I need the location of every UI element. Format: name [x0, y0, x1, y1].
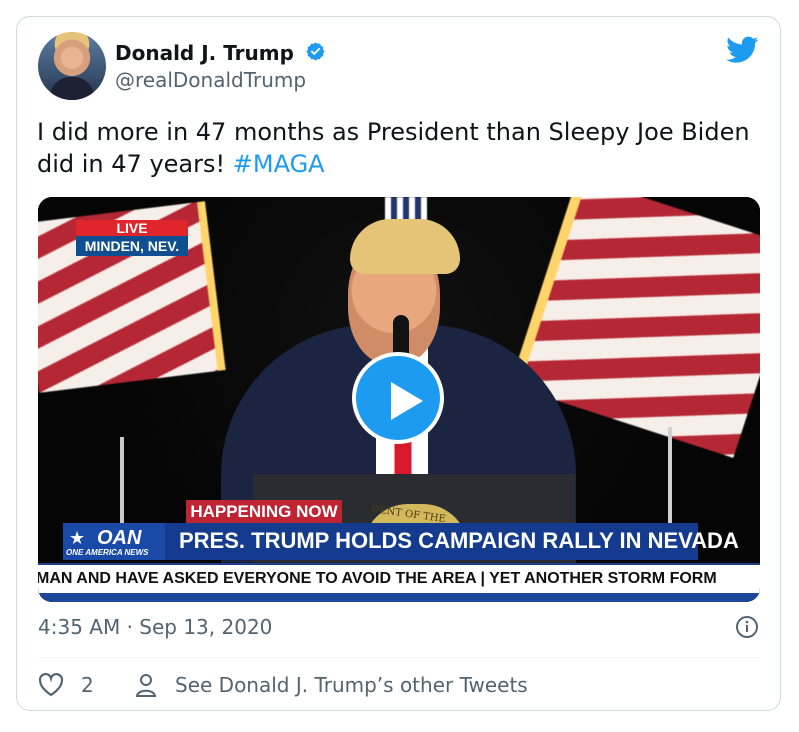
other-tweets-label[interactable]: See Donald J. Trump’s other Tweets: [175, 673, 528, 697]
tweet-card: Donald J. Trump @realDonaldTrump I did m…: [16, 16, 781, 711]
person-icon: [135, 673, 157, 697]
ticker-text: MAN AND HAVE ASKED EVERYONE TO AVOID THE…: [38, 570, 717, 587]
play-button-icon[interactable]: [352, 352, 444, 444]
video-preview[interactable]: DENT OF THE LIVE MINDEN, NEV. HAPPENING …: [38, 197, 760, 602]
news-headline: PRES. TRUMP HOLDS CAMPAIGN RALLY IN NEVA…: [179, 528, 739, 553]
other-tweets-link[interactable]: See Donald J. Trump’s other Tweets: [134, 671, 528, 699]
hashtag-link[interactable]: #MAGA: [233, 150, 325, 178]
video-bottom-bar: [38, 593, 760, 602]
heart-icon[interactable]: [38, 673, 64, 697]
like-action[interactable]: 2: [38, 671, 94, 699]
location-label: MINDEN, NEV.: [76, 236, 188, 256]
oan-logo-text: OAN: [97, 527, 142, 549]
flag-pole-left: [120, 437, 124, 527]
oan-logo: ★ OAN ONE AMERICA NEWS: [63, 523, 165, 560]
oan-logo-subtitle: ONE AMERICA NEWS: [66, 548, 149, 557]
tweet-text: I did more in 47 months as President tha…: [37, 116, 757, 180]
verified-badge-icon: [306, 42, 325, 61]
divider: [38, 657, 760, 658]
author-handle[interactable]: @realDonaldTrump: [115, 68, 306, 92]
info-icon[interactable]: [735, 615, 759, 639]
news-lower-third: ★ OAN ONE AMERICA NEWS PRES. TRUMP HOLDS…: [63, 523, 739, 560]
tweet-body: I did more in 47 months as President tha…: [37, 118, 750, 178]
speaker-hair: [350, 219, 460, 274]
twitter-bird-icon[interactable]: [726, 36, 759, 64]
live-location-overlay: LIVE MINDEN, NEV.: [76, 220, 188, 258]
happening-now-label: HAPPENING NOW: [186, 500, 342, 523]
author-name[interactable]: Donald J. Trump: [115, 41, 294, 65]
tweet-timestamp[interactable]: 4:35 AM · Sep 13, 2020: [38, 615, 272, 639]
news-ticker: MAN AND HAVE ASKED EVERYONE TO AVOID THE…: [38, 563, 760, 595]
eagle-icon: ★: [69, 528, 86, 548]
avatar[interactable]: [38, 32, 106, 100]
avatar-suit: [50, 77, 94, 100]
live-label: LIVE: [76, 220, 188, 236]
like-count: 2: [81, 673, 94, 697]
